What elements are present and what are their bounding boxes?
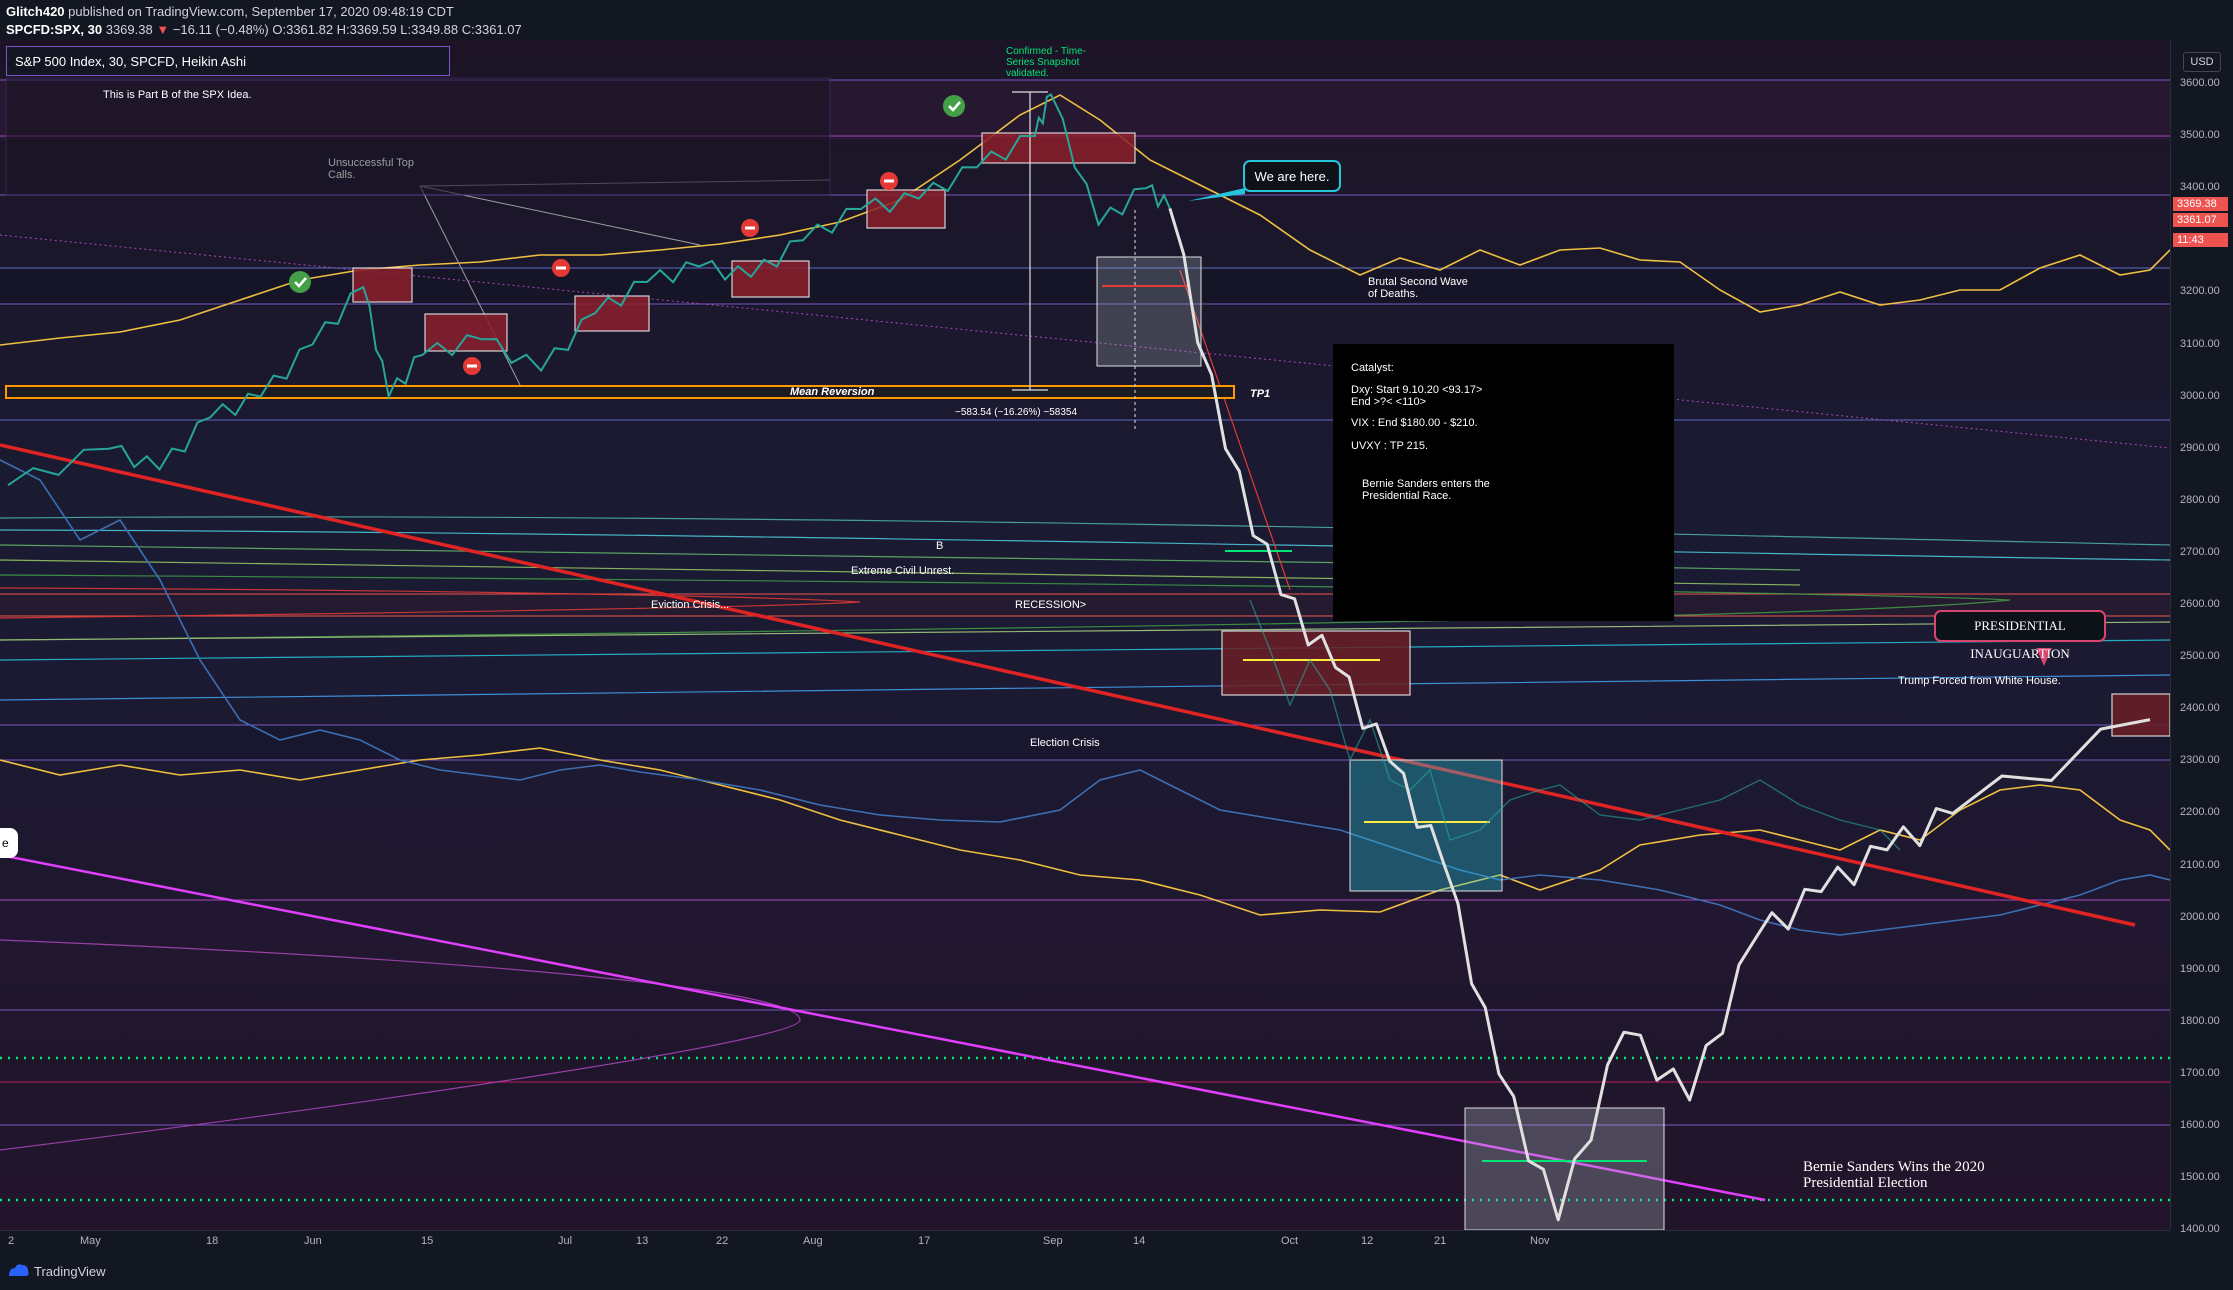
time-axis-label: 17 <box>918 1235 931 1247</box>
price-axis-label: 2600.00 <box>2180 598 2220 610</box>
price-axis-label: 3500.00 <box>2180 129 2220 142</box>
chart-header: Glitch420 published on TradingView.com, … <box>0 0 2233 40</box>
time-axis-label: 14 <box>1133 1235 1146 1247</box>
catalyst-box: Catalyst: Dxy: Start 9.10.20 <93.17> End… <box>1333 344 1674 621</box>
ohlc-line: SPCFD:SPX, 30 3369.38 ▼ −16.11 (−0.48%) … <box>6 22 522 37</box>
bernie-wins-line2: Presidential Election <box>1803 1175 1928 1191</box>
time-axis-label: 12 <box>1361 1235 1374 1247</box>
price-axis-label: 3100.00 <box>2180 337 2220 350</box>
price-axis-label: 1500.00 <box>2180 1171 2220 1184</box>
price-axis-label: 2000.00 <box>2180 910 2220 923</box>
collapsed-side-tab[interactable]: e <box>0 828 18 858</box>
price-axis-label: 1900.00 <box>2180 962 2220 975</box>
we-are-here-callout: We are here. <box>1243 160 1341 192</box>
recession-label: RECESSION> <box>1015 599 1086 611</box>
published-text: published on TradingView.com, September … <box>68 4 454 19</box>
price-tag: 3361.07 <box>2173 213 2228 227</box>
minus-icon <box>741 219 759 237</box>
price-axis-label: 2100.00 <box>2180 858 2220 871</box>
time-axis-label: 22 <box>716 1235 729 1247</box>
minus-icon <box>552 259 570 277</box>
time-axis-label: Jun <box>304 1235 322 1247</box>
symbol-legend[interactable]: S&P 500 Index, 30, SPCFD, Heikin Ashi <box>6 46 450 76</box>
catalyst-dxy-line2: End >?< <110> <box>1351 396 1427 408</box>
price-axis-label: 3400.00 <box>2180 181 2220 194</box>
confirmed-line1: Confirmed - Time- <box>1006 46 1086 57</box>
price-axis-label: 2200.00 <box>2180 806 2220 819</box>
election-crisis-label: Election Crisis <box>1030 737 1100 749</box>
time-axis-label: Aug <box>803 1235 823 1247</box>
tradingview-logo-icon[interactable] <box>8 1263 30 1277</box>
price-change: −16.11 (−0.48%) <box>172 22 269 37</box>
b-label: B <box>936 540 943 552</box>
confirmed-line3: validated. <box>1006 68 1049 79</box>
price-tag: 3369.38 <box>2173 197 2228 211</box>
tradingview-brand[interactable]: TradingView <box>34 1264 106 1279</box>
unsuccessful-line2: Calls. <box>328 169 356 181</box>
price-axis-label: 1600.00 <box>2180 1119 2220 1131</box>
currency-label[interactable]: USD <box>2183 52 2221 72</box>
minus-icon <box>463 357 481 375</box>
time-axis-label: 15 <box>421 1235 434 1247</box>
time-axis-label: Nov <box>1530 1235 1550 1247</box>
catalyst-dxy-line1: Dxy: Start 9.10.20 <93.17> <box>1351 384 1483 396</box>
time-axis-label: Sep <box>1043 1235 1063 1247</box>
measure-label: −583.54 (−16.26%) −58354 <box>955 407 1077 418</box>
price-axis-label: 1700.00 <box>2180 1066 2220 1079</box>
author-name[interactable]: Glitch420 <box>6 4 65 19</box>
minus-icon <box>880 172 898 190</box>
time-axis[interactable] <box>0 1230 2170 1255</box>
price-axis-label: 1800.00 <box>2180 1014 2220 1027</box>
price-axis-label: 2300.00 <box>2180 754 2220 767</box>
civil-unrest-label: Extreme Civil Unrest. <box>851 565 954 577</box>
mean-reversion-zone: Mean Reversion TP1 <box>5 385 1270 400</box>
trump-label: Trump Forced from White House. <box>1898 675 2061 687</box>
price-axis-label: 2500.00 <box>2180 650 2220 663</box>
time-axis-label: 21 <box>1434 1235 1447 1247</box>
price-axis-label: 2900.00 <box>2180 441 2220 454</box>
mean-reversion-label: Mean Reversion <box>790 386 875 398</box>
tp1-label: TP1 <box>1250 388 1270 400</box>
inauguration-callout: PRESIDENTIAL INAUGUARTION <box>1934 610 2106 661</box>
footer: TradingView <box>0 1255 2233 1290</box>
ohlc-values: O:3361.82 H:3369.59 L:3349.88 C:3361.07 <box>272 22 522 37</box>
time-axis-label: 2 <box>8 1235 15 1247</box>
price-axis-label: 2400.00 <box>2180 702 2220 715</box>
price-tag: 11:43 <box>2173 233 2228 247</box>
brutal-line2: of Deaths. <box>1368 288 1418 300</box>
price-axis-label: 2700.00 <box>2180 545 2220 558</box>
catalyst-vix: VIX : End $180.00 - $210. <box>1351 417 1478 429</box>
catalyst-bernie-line2: Presidential Race. <box>1362 490 1452 502</box>
time-axis-label: May <box>80 1235 101 1247</box>
time-axis-label: Oct <box>1281 1235 1299 1247</box>
price-axis-label: 3000.00 <box>2180 389 2220 402</box>
price-axis-label: 3600.00 <box>2180 77 2220 89</box>
price-axis-label: 1400.00 <box>2180 1223 2220 1236</box>
unsuccessful-line1: Unsuccessful Top <box>328 157 414 169</box>
chart-background <box>0 40 2170 1230</box>
part-b-note: This is Part B of the SPX Idea. <box>103 89 252 101</box>
time-axis-label: Jul <box>558 1235 573 1247</box>
catalyst-title: Catalyst: <box>1351 362 1394 374</box>
price-chart[interactable]: Mean Reversion TP1 −583.54 (−16.26%) −58… <box>0 40 2170 1230</box>
symbol-label: SPCFD:SPX, 30 <box>6 22 103 37</box>
last-price: 3369.38 <box>105 22 153 37</box>
eviction-label: Eviction Crisis... <box>651 599 729 611</box>
price-axis-label: 2800.00 <box>2180 493 2220 506</box>
time-axis-label: 18 <box>206 1235 219 1247</box>
catalyst-uvxy: UVXY : TP 215. <box>1351 440 1429 452</box>
price-axis-label: 3200.00 <box>2180 285 2220 298</box>
check-icon <box>943 95 965 117</box>
change-arrow-icon: ▼ <box>156 22 170 37</box>
time-axis-label: 13 <box>636 1235 649 1247</box>
publish-line: Glitch420 published on TradingView.com, … <box>6 4 454 19</box>
brutal-line1: Brutal Second Wave <box>1368 276 1468 288</box>
confirmed-line2: Series Snapshot <box>1006 57 1080 68</box>
check-icon <box>289 271 311 293</box>
catalyst-bernie-line1: Bernie Sanders enters the <box>1362 478 1490 490</box>
bernie-wins-line1: Bernie Sanders Wins the 2020 <box>1803 1159 1985 1175</box>
